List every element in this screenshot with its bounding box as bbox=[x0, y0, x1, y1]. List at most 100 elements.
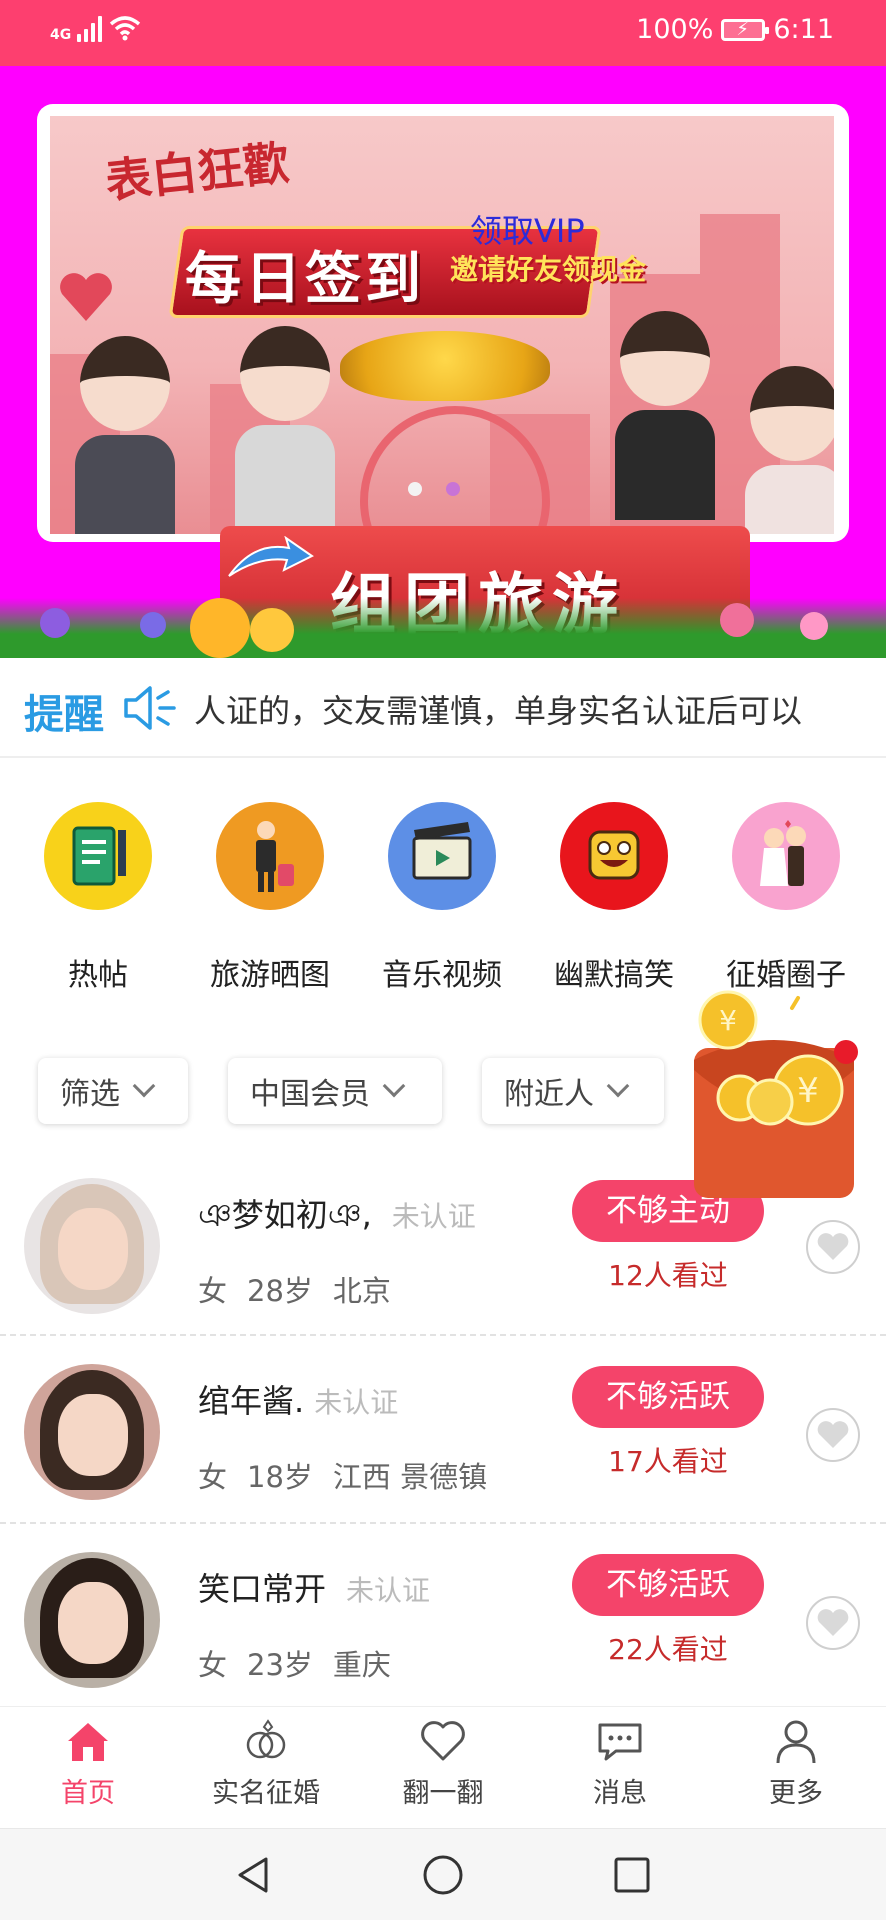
user-location: 江西 景德镇 bbox=[332, 1460, 488, 1494]
cartoon-girl-3 bbox=[610, 311, 720, 520]
cell-signal-icon bbox=[77, 14, 103, 42]
tab-label: 翻一翻 bbox=[402, 1778, 484, 1809]
view-count: 12人看过 bbox=[608, 1259, 728, 1292]
chevron-down-icon bbox=[606, 1074, 630, 1098]
tab-more[interactable]: 更多 bbox=[716, 1717, 876, 1810]
avatar[interactable] bbox=[24, 1552, 160, 1688]
tab-home[interactable]: 首页 bbox=[8, 1717, 168, 1810]
user-age: 18岁 bbox=[247, 1460, 313, 1494]
user-age: 28岁 bbox=[247, 1274, 313, 1308]
category-label: 旅游晒图 bbox=[210, 958, 330, 993]
view-count: 22人看过 bbox=[608, 1633, 728, 1666]
avatar[interactable] bbox=[24, 1364, 160, 1500]
funny-face-icon bbox=[560, 802, 668, 910]
notice-bar[interactable]: 提醒 人证的，交友需谨慎，单身实名认证后可以 bbox=[0, 658, 886, 758]
user-location: 重庆 bbox=[332, 1648, 391, 1682]
banner-invite-text: 邀请好友领现金 bbox=[450, 253, 647, 286]
status-tag-button[interactable]: 不够活跃 bbox=[572, 1366, 764, 1428]
tab-label: 实名征婚 bbox=[212, 1778, 320, 1809]
user-row[interactable]: 笑口常开 未认证 女 23岁 重庆 不够活跃 22人看过 bbox=[0, 1526, 886, 1712]
user-row[interactable]: 绾年酱. 未认证 女 18岁 江西 景德镇 不够活跃 17人看过 bbox=[0, 1338, 886, 1524]
user-info: 女 28岁 北京 bbox=[198, 1268, 411, 1310]
home-circle-icon[interactable] bbox=[421, 1853, 465, 1897]
speaker-icon bbox=[124, 686, 176, 730]
battery-icon: ⚡ bbox=[721, 18, 770, 41]
category-travel-photos[interactable]: 旅游晒图 bbox=[190, 802, 350, 994]
heart-icon bbox=[817, 1609, 849, 1636]
avatar[interactable] bbox=[24, 1178, 160, 1314]
banner-dot-2[interactable] bbox=[446, 482, 460, 496]
user-gender: 女 bbox=[198, 1274, 228, 1308]
notebook-icon bbox=[44, 802, 152, 910]
tab-flip[interactable]: 翻一翻 bbox=[363, 1717, 523, 1810]
like-button[interactable] bbox=[806, 1408, 860, 1462]
user-name-line: 笑口常开 未认证 bbox=[198, 1564, 430, 1610]
banner-pagination[interactable] bbox=[408, 482, 460, 496]
category-grid: 热帖 旅游晒图 音乐视频 幽默搞笑 征婚圈子 bbox=[0, 788, 886, 998]
chevron-down-icon bbox=[132, 1074, 156, 1098]
arrow-icon bbox=[228, 536, 314, 577]
cert-status: 未认证 bbox=[314, 1386, 399, 1419]
banner-main-text: 每日签到 bbox=[185, 247, 425, 312]
tab-messages[interactable]: 消息 bbox=[540, 1717, 700, 1810]
user-name-line: ঞ梦如初ঞ, 未认证 bbox=[198, 1190, 476, 1244]
category-marriage-circle[interactable]: 征婚圈子 bbox=[706, 802, 866, 994]
member-region-dropdown[interactable]: 中国会员 bbox=[228, 1058, 442, 1124]
svg-text:¥: ¥ bbox=[797, 1071, 819, 1111]
heart-icon bbox=[421, 1721, 465, 1761]
home-icon bbox=[68, 1723, 108, 1761]
heart-icon bbox=[817, 1421, 849, 1448]
person-icon bbox=[776, 1720, 816, 1764]
chevron-down-icon bbox=[382, 1074, 406, 1098]
wifi-icon bbox=[110, 16, 141, 41]
cartoon-girl-1 bbox=[70, 336, 180, 534]
cert-status: 未认证 bbox=[346, 1574, 431, 1607]
status-tag-button[interactable]: 不够活跃 bbox=[572, 1554, 764, 1616]
category-label: 征婚圈子 bbox=[726, 958, 846, 993]
category-label: 幽默搞笑 bbox=[554, 958, 674, 993]
tab-real-name-marriage[interactable]: 实名征婚 bbox=[186, 1717, 346, 1810]
banner-vip-text: 领取VIP bbox=[470, 212, 585, 250]
category-hot-posts[interactable]: 热帖 bbox=[18, 802, 178, 994]
network-type: 4G bbox=[50, 27, 72, 43]
notice-title: 提醒 bbox=[24, 692, 104, 738]
message-icon bbox=[598, 1723, 642, 1761]
category-label: 热帖 bbox=[68, 958, 128, 993]
user-name-line: 绾年酱. 未认证 bbox=[198, 1376, 398, 1422]
user-gender: 女 bbox=[198, 1460, 228, 1494]
user-name: 绾年酱. bbox=[198, 1382, 305, 1420]
filter-label: 筛选 bbox=[60, 1077, 120, 1112]
cartoon-girl-2 bbox=[230, 326, 340, 534]
cert-status: 未认证 bbox=[391, 1200, 476, 1233]
filter-button[interactable]: 筛选 bbox=[38, 1058, 188, 1124]
notice-text: 人证的，交友需谨慎，单身实名认证后可以 bbox=[194, 692, 803, 730]
like-button[interactable] bbox=[806, 1220, 860, 1274]
view-count: 17人看过 bbox=[608, 1445, 728, 1478]
user-info: 女 23岁 重庆 bbox=[198, 1642, 411, 1684]
promo-banner[interactable]: 表白狂歡 每日签到 领取VIP 邀请好友领现金 组团旅游 bbox=[0, 66, 886, 658]
signal-indicators: 4G bbox=[50, 14, 142, 42]
video-icon bbox=[388, 802, 496, 910]
couple-icon bbox=[732, 802, 840, 910]
tab-label: 更多 bbox=[769, 1778, 823, 1809]
recents-icon[interactable] bbox=[610, 1853, 654, 1897]
clock: 6:11 bbox=[773, 14, 834, 45]
gold-coins-icon bbox=[340, 331, 550, 401]
user-name: 笑口常开 bbox=[198, 1570, 327, 1608]
bottom-tab-bar: 首页 实名征婚 翻一翻 消息 更多 bbox=[0, 1706, 886, 1828]
category-humor[interactable]: 幽默搞笑 bbox=[534, 802, 694, 994]
banner-dot-1[interactable] bbox=[408, 482, 422, 496]
tab-label: 首页 bbox=[61, 1778, 115, 1809]
category-music-video[interactable]: 音乐视频 bbox=[362, 802, 522, 994]
battery-percent: 100% bbox=[636, 14, 714, 45]
like-button[interactable] bbox=[806, 1596, 860, 1650]
user-name: ঞ梦如初ঞ, bbox=[198, 1196, 372, 1234]
banner-image[interactable]: 表白狂歡 每日签到 领取VIP 邀请好友领现金 bbox=[50, 116, 834, 534]
system-nav-bar bbox=[0, 1828, 886, 1920]
user-age: 23岁 bbox=[247, 1648, 313, 1682]
filter-label: 中国会员 bbox=[250, 1077, 370, 1112]
back-icon[interactable] bbox=[232, 1853, 276, 1897]
flower-decoration bbox=[0, 598, 886, 658]
nearby-dropdown[interactable]: 附近人 bbox=[482, 1058, 664, 1124]
red-packet-float-button[interactable]: ¥ ¥ bbox=[688, 990, 860, 1202]
